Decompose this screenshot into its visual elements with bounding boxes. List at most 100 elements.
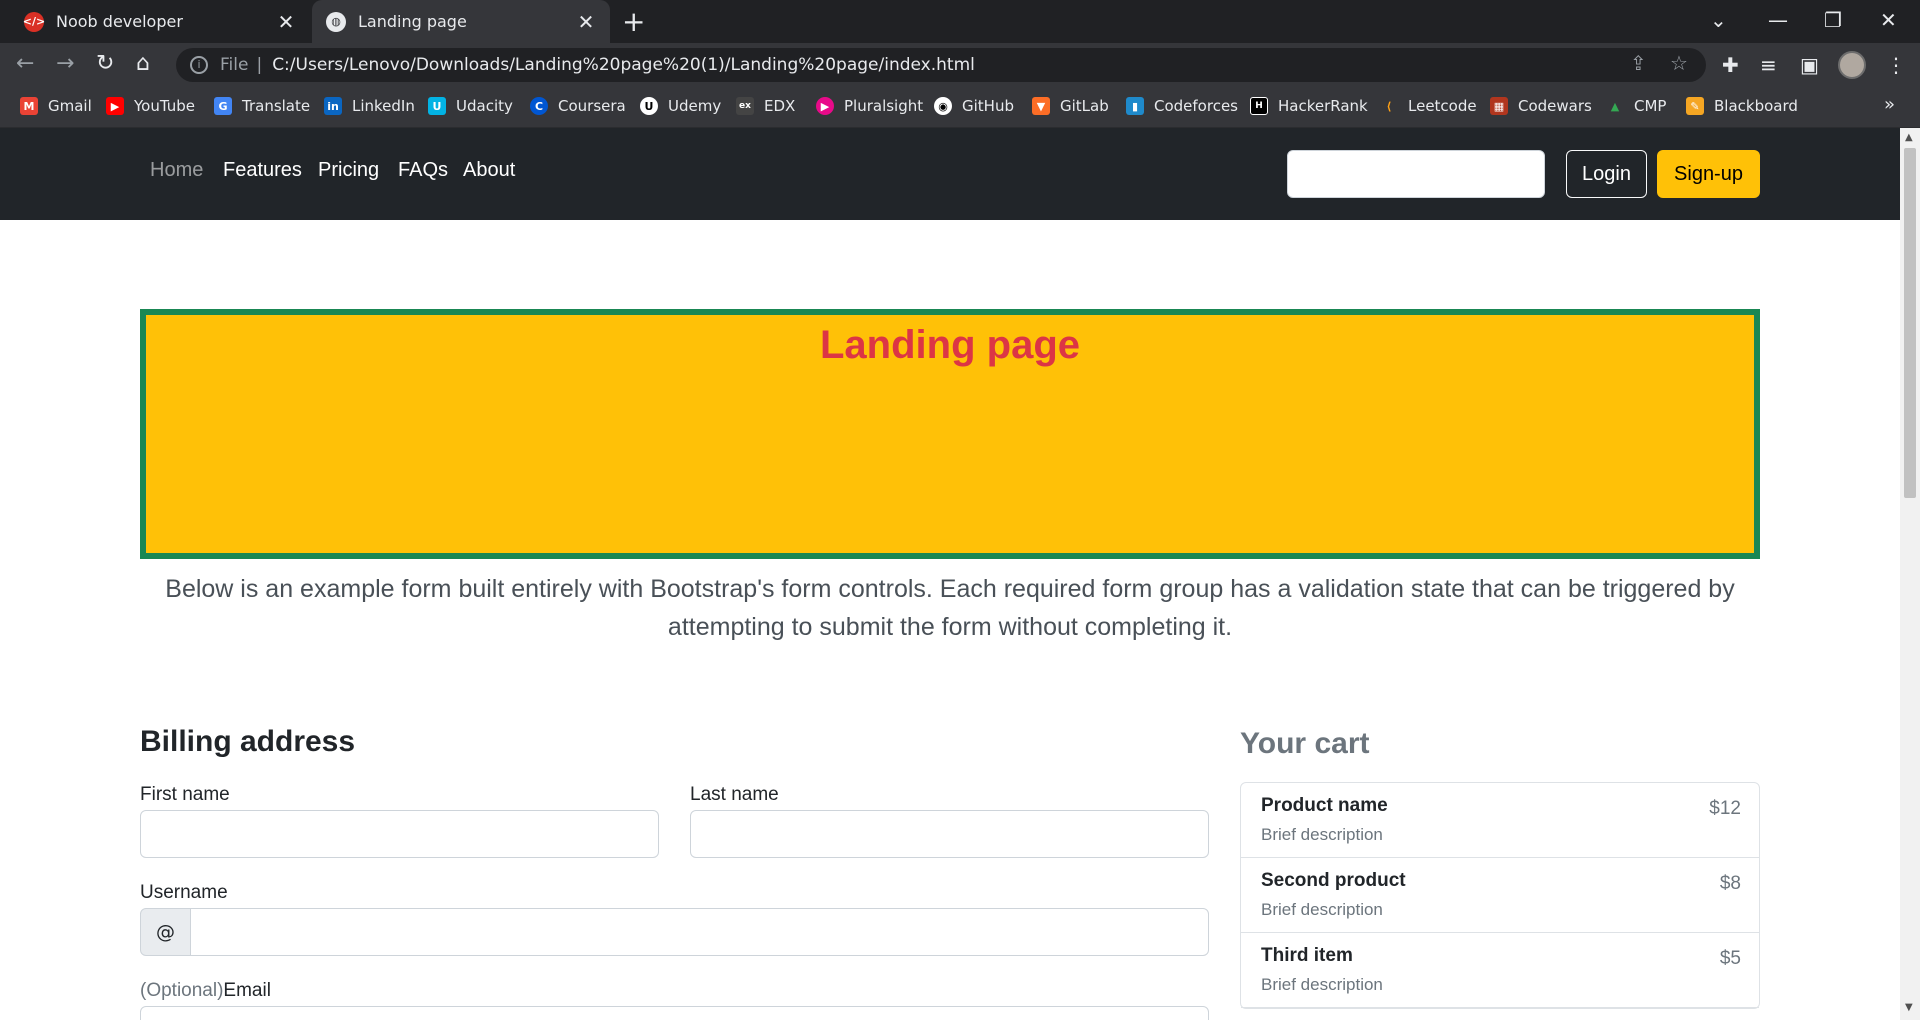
cart-item: Third item Brief description $5 [1241,933,1759,1008]
last-name-label: Last name [690,784,779,805]
globe-icon: ◍ [326,11,346,32]
nav-faqs[interactable]: FAQs [398,159,448,182]
bookmark-leetcode[interactable]: ⟨ Leetcode [1380,97,1476,115]
restore-icon[interactable]: ❐ [1824,8,1842,32]
bookmark-cmp[interactable]: ▲ CMP [1606,97,1667,115]
translate-icon: G [214,97,232,115]
bookmark-codeforces[interactable]: ▮ Codeforces [1126,97,1238,115]
back-icon[interactable]: ← [16,51,34,76]
menu-kebab-icon[interactable]: ⋮ [1886,53,1906,77]
hackerrank-icon: H [1250,97,1268,115]
at-addon: @ [140,908,191,956]
search-input[interactable] [1287,150,1545,198]
coursera-icon: C [530,97,548,115]
bookmark-coursera[interactable]: C Coursera [530,97,626,115]
tab-title: Noob developer [56,12,183,31]
cart-title: Your cart [1240,727,1370,760]
gitlab-icon: ▼ [1032,97,1050,115]
tab-title: Landing page [358,12,467,31]
email-label: (Optional)Email [140,980,271,1001]
tab-search-chevron-icon[interactable]: ⌄ [1710,8,1727,32]
home-icon[interactable]: ⌂ [136,51,150,76]
close-tab-icon[interactable]: ✕ [276,10,296,34]
info-icon[interactable]: i [190,56,208,74]
cart-item-name: Second product [1261,870,1406,891]
forward-icon[interactable]: → [56,51,74,76]
cart-item-name: Third item [1261,945,1353,966]
bookmark-youtube[interactable]: ▶ YouTube [106,97,195,115]
bookmark-gmail[interactable]: M Gmail [20,97,92,115]
cart-item-name: Product name [1261,795,1388,816]
signup-button[interactable]: Sign-up [1657,150,1760,198]
udacity-icon: U [428,97,446,115]
optional-tag: (Optional) [140,980,224,1001]
media-queue-icon[interactable]: ≡ [1760,53,1777,77]
bookmark-linkedin[interactable]: in LinkedIn [324,97,415,115]
cart-item-price: $8 [1719,873,1741,894]
hero-banner: Landing page [140,309,1760,559]
bookmark-gitlab[interactable]: ▼ GitLab [1032,97,1109,115]
minimize-icon[interactable]: — [1768,8,1788,32]
cart-list: Product name Brief description $12 Secon… [1240,782,1760,1009]
browser-toolbar: ← → ↻ ⌂ i File | C:/Users/Lenovo/Downloa… [0,43,1920,88]
last-name-input[interactable] [690,810,1209,858]
youtube-icon: ▶ [106,97,124,115]
close-tab-icon[interactable]: ✕ [576,10,596,34]
bookmark-hackerrank[interactable]: H HackerRank [1250,97,1368,115]
blackboard-icon: ✎ [1686,97,1704,115]
address-bar[interactable]: i File | C:/Users/Lenovo/Downloads/Landi… [176,48,1706,82]
nav-features[interactable]: Features [223,159,302,182]
code-icon: </> [23,11,45,32]
bookmark-udemy[interactable]: U Udemy [640,97,721,115]
username-label: Username [140,882,228,903]
username-input[interactable] [190,908,1209,956]
bookmarks-bar: M Gmail ▶ YouTube G Translate in LinkedIn UU… [0,88,1920,128]
url-text: C:/Users/Lenovo/Downloads/Landing%20page… [272,55,975,75]
cart-item: Second product Brief description $8 [1241,858,1759,933]
bookmark-blackboard[interactable]: ✎ Blackboard [1686,97,1798,115]
share-icon[interactable]: ⇪ [1630,51,1647,75]
billing-title: Billing address [140,725,356,758]
first-name-label: First name [140,784,230,805]
scroll-down-arrow-icon[interactable]: ▼ [1905,1002,1913,1013]
profile-avatar[interactable] [1838,51,1866,79]
bookmark-codewars[interactable]: ▦ Codewars [1490,97,1592,115]
page-viewport: Home Features Pricing FAQs About Login S… [0,128,1900,1020]
browser-tab-noob-developer[interactable]: </> Noob developer ✕ [10,0,310,43]
cart-item: Product name Brief description $12 [1241,783,1759,858]
cart-item-desc: Brief description [1261,825,1383,844]
extensions-puzzle-icon[interactable]: ✚ [1722,53,1739,77]
nav-home[interactable]: Home [150,159,203,182]
side-panel-icon[interactable]: ▣ [1800,53,1819,77]
nav-about[interactable]: About [463,159,515,182]
bookmark-star-icon[interactable]: ☆ [1670,51,1688,75]
nav-pricing[interactable]: Pricing [318,159,379,182]
more-bookmarks-icon[interactable]: » [1884,94,1895,115]
cart-item-price: $12 [1709,798,1741,819]
page-scrollbar[interactable]: ▲ ▼ [1900,128,1920,1020]
site-navbar: Home Features Pricing FAQs About Login S… [0,128,1900,220]
close-window-icon[interactable]: ✕ [1880,8,1897,32]
bookmark-udacity[interactable]: U Udacity [428,97,513,115]
browser-tab-bar: </> Noob developer ✕ ◍ Landing page ✕ + … [0,0,1920,43]
pluralsight-icon: ▶ [816,97,834,115]
cart-item-price: $5 [1719,948,1741,969]
scroll-up-arrow-icon[interactable]: ▲ [1905,132,1913,143]
login-button[interactable]: Login [1566,150,1647,198]
github-icon: ◉ [934,97,952,115]
scheme-label: File [220,55,249,75]
reload-icon[interactable]: ↻ [96,51,114,76]
first-name-input[interactable] [140,810,659,858]
bookmark-pluralsight[interactable]: ▶ Pluralsight [816,97,923,115]
new-tab-icon[interactable]: + [622,5,645,38]
browser-tab-landing-page[interactable]: ◍ Landing page ✕ [312,0,610,43]
lead-text: Below is an example form built entirely … [165,575,1735,641]
bookmark-edx[interactable]: ex EDX [736,97,795,115]
scrollbar-thumb[interactable] [1904,148,1916,498]
email-input[interactable] [140,1006,1209,1020]
bookmark-github[interactable]: ◉ GitHub [934,97,1014,115]
cart-item-desc: Brief description [1261,900,1383,919]
codeforces-icon: ▮ [1126,97,1144,115]
edx-icon: ex [736,97,754,115]
bookmark-translate[interactable]: G Translate [214,97,310,115]
